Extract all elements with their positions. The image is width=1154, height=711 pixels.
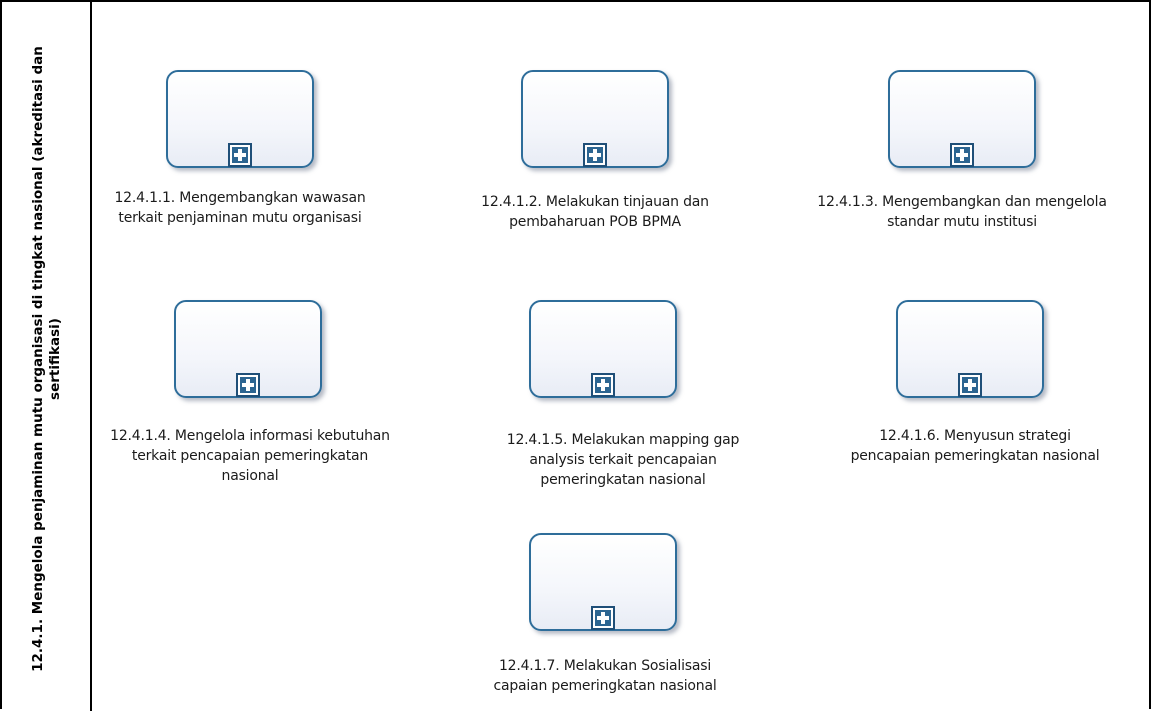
subprocess-task-5[interactable] (529, 300, 677, 398)
task-label-3: 12.4.1.3. Mengembangkan dan mengelola st… (817, 194, 1107, 230)
subprocess-task-7[interactable] (529, 533, 677, 631)
task-label-5: 12.4.1.5. Melakukan mapping gap analysis… (506, 432, 740, 488)
task-label-2: 12.4.1.2. Melakukan tinjauan dan pembaha… (481, 194, 709, 230)
plus-square-icon (236, 373, 260, 397)
subprocess-task-3[interactable] (888, 70, 1036, 168)
task-label-6: 12.4.1.6. Menyusun strategi pencapaian p… (850, 428, 1100, 464)
lane-title: 12.4.1. Mengelola penjaminan mutu organi… (30, 46, 63, 672)
subprocess-task-1[interactable] (166, 70, 314, 168)
lane-header: 12.4.1. Mengelola penjaminan mutu organi… (2, 2, 92, 711)
plus-square-icon (958, 373, 982, 397)
plus-square-icon (950, 143, 974, 167)
plus-square-icon (583, 143, 607, 167)
subprocess-task-6[interactable] (896, 300, 1044, 398)
subprocess-task-2[interactable] (521, 70, 669, 168)
subprocess-task-4[interactable] (174, 300, 322, 398)
task-label-1: 12.4.1.1. Mengembangkan wawasan terkait … (114, 190, 366, 226)
plus-square-icon (228, 143, 252, 167)
task-label-4: 12.4.1.4. Mengelola informasi kebutuhan … (110, 428, 390, 484)
plus-square-icon (591, 606, 615, 630)
task-label-7: 12.4.1.7. Melakukan Sosialisasi capaian … (493, 658, 717, 694)
plus-square-icon (591, 373, 615, 397)
